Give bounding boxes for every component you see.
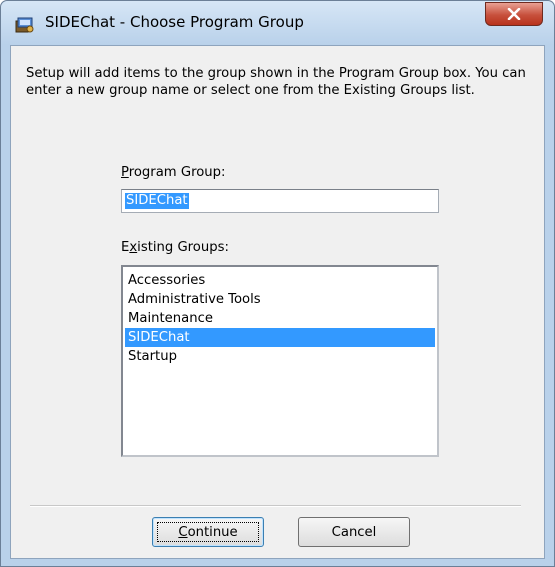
program-group-label: Program Group: — [121, 165, 225, 180]
program-group-value: SIDEChat — [125, 193, 189, 209]
program-group-label-mnemonic: P — [121, 165, 129, 180]
setup-description: Setup will add items to the group shown … — [26, 66, 526, 98]
focus-rectangle — [157, 522, 259, 542]
list-item-sidechat[interactable]: SIDEChat — [125, 328, 435, 347]
list-item-startup[interactable]: Startup — [125, 347, 435, 366]
cancel-button[interactable]: Cancel — [298, 517, 410, 547]
existing-groups-label-mnemonic: x — [129, 240, 138, 255]
installer-app-icon — [15, 17, 34, 33]
list-item-accessories[interactable]: Accessories — [125, 271, 435, 290]
window-title: SIDEChat - Choose Program Group — [45, 13, 304, 31]
title-bar[interactable]: SIDEChat - Choose Program Group — [1, 1, 554, 45]
close-icon — [507, 8, 521, 20]
continue-button[interactable]: Continue — [152, 517, 264, 547]
list-item-administrative-tools[interactable]: Administrative Tools — [125, 290, 435, 309]
button-divider — [30, 505, 521, 507]
program-group-input[interactable]: SIDEChat — [121, 189, 439, 213]
existing-groups-label: Existing Groups: — [121, 240, 229, 255]
existing-groups-listbox[interactable]: Accessories Administrative Tools Mainten… — [121, 265, 439, 457]
list-item-maintenance[interactable]: Maintenance — [125, 309, 435, 328]
cancel-button-label: Cancel — [331, 524, 377, 540]
program-group-label-text: rogram Group: — [128, 165, 226, 180]
close-button[interactable] — [485, 2, 543, 26]
existing-groups-label-text: isting Groups: — [137, 240, 229, 255]
